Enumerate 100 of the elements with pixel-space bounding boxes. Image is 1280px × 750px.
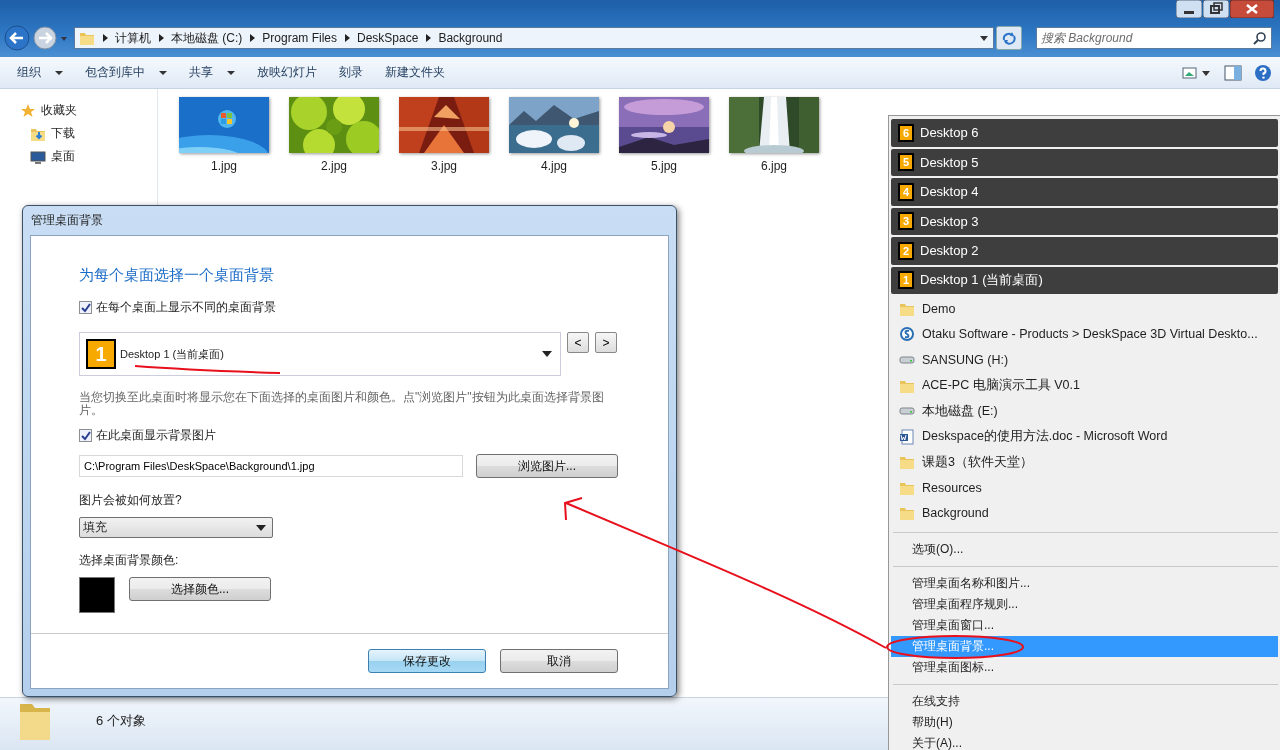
number-badge: 5 [898,153,914,172]
caret-icon [256,524,266,531]
toolbar-button[interactable]: 包含到库中 [76,60,176,85]
drive-icon [899,407,915,416]
toolbar-button[interactable]: 刻录 [330,60,372,85]
menu-item[interactable]: 帮助(H) [891,711,1278,733]
menu-item[interactable]: 关于(A)... [891,732,1278,750]
browse-button[interactable]: 浏览图片... [476,454,618,478]
chevron-icon [343,33,351,43]
toolbar-button[interactable]: 放映幻灯片 [248,60,326,85]
number-badge: 2 [898,241,914,260]
breadcrumb-item[interactable]: 计算机 [115,29,151,47]
menu-item[interactable]: 管理桌面窗口... [891,615,1278,636]
file-name[interactable]: 2.jpg [321,159,347,173]
number-badge: 6 [898,123,914,142]
desktop-menu-item[interactable]: 2 Desktop 2 [891,237,1278,265]
desktop-menu-item[interactable]: 6 Desktop 6 [891,119,1278,147]
globe-icon [899,326,915,343]
breadcrumb-item[interactable]: DeskSpace [357,31,419,45]
chevron-icon [248,33,257,43]
menu-item[interactable]: Demo [891,296,1278,322]
help-button[interactable] [1254,63,1272,82]
preview-pane-button[interactable] [1224,64,1242,81]
folder-icon [899,454,915,471]
caret-icon [542,351,552,357]
chevron-icon [101,33,109,43]
minimize-button[interactable] [1176,0,1202,18]
star-icon [20,102,36,119]
sidebar-item[interactable]: 下载 [0,122,157,145]
color-swatch[interactable] [79,577,115,613]
file-name[interactable]: 1.jpg [211,159,237,173]
number-badge: 1 [86,339,116,369]
file-name[interactable]: 3.jpg [431,159,457,173]
dialog-button[interactable]: 取消 [500,649,618,673]
chevron-icon [424,33,433,43]
menu-item[interactable]: Otaku Software - Products > DeskSpace 3D Virtual Deskto... [891,321,1278,348]
checkbox[interactable] [79,301,92,314]
chevron-icon [157,33,165,43]
file-name[interactable]: 4.jpg [541,159,567,173]
breadcrumb-item[interactable]: Background [438,31,503,45]
file-name[interactable]: 5.jpg [651,159,677,173]
menu-item[interactable]: 课题3（软件天堂） [891,449,1278,475]
description-text: 当您切换至此桌面时将显示您在下面选择的桌面图片和颜色。点"浏览图片"按钮为此桌面选择背景图片。 [79,391,605,417]
forward-button[interactable] [32,25,58,51]
menu-item[interactable]: 管理桌面程序规则... [891,594,1278,615]
desktop-menu-item[interactable]: 4 Desktop 4 [891,178,1278,206]
restore-button[interactable] [1203,0,1229,18]
monitor-icon [30,148,46,165]
placement-label: 图片会被如何放置? [79,492,183,509]
caret-icon [227,69,235,76]
file-name[interactable]: 6.jpg [761,159,787,173]
menu-item[interactable]: 管理桌面图标... [891,657,1278,678]
menu-item[interactable]: SANSUNG (H:) [891,347,1278,373]
dialog-title: 管理桌面背景 [30,212,104,229]
menu-item[interactable]: 本地磁盘 (E:) [891,398,1278,424]
desktop-menu-item[interactable]: 3 Desktop 3 [891,207,1278,236]
menu-item[interactable]: 在线支持 [891,690,1278,712]
folder-icon [79,30,95,46]
toolbar-button[interactable]: 新建文件夹 [376,60,454,85]
desktop-dropdown[interactable]: 1 Desktop 1 (当前桌面) [79,332,561,376]
desktop-menu-item[interactable]: 5 Desktop 5 [891,148,1278,177]
number-badge: 3 [898,212,914,231]
menu-item[interactable]: ACE-PC 电脑演示工具 V0.1 [891,372,1278,399]
drive-icon [899,355,915,364]
toolbar-button[interactable]: 组织 [8,60,72,85]
placement-dropdown[interactable]: 填充 [79,517,273,538]
close-button[interactable] [1230,0,1274,18]
color-label: 选择桌面背景颜色: [79,552,180,569]
view-options-button[interactable] [1182,64,1212,81]
address-bar[interactable]: 计算机 本地磁盘 (C:) Program Files DeskSpace Background [74,27,994,49]
sidebar-item[interactable]: 桌面 [0,145,157,168]
checkbox[interactable] [79,429,92,442]
dialog-heading: 为每个桌面选择一个桌面背景 [79,266,275,285]
path-field[interactable]: C:\Program Files\DeskSpace\Background\1.jpg [79,455,463,477]
toolbar-button[interactable]: 共享 [180,60,244,85]
next-button[interactable]: > [595,332,617,353]
document-icon [899,428,915,445]
checkbox-label: 在此桌面显示背景图片 [96,427,216,444]
menu-item[interactable]: Resources [891,474,1278,501]
number-badge: 1 [898,271,914,290]
search-field[interactable]: 搜索 Background [1036,27,1272,49]
back-button[interactable] [4,25,30,51]
caret-icon [159,69,167,76]
menu-item[interactable]: Background [891,500,1278,526]
folder-icon [899,505,915,522]
desktop-menu-item[interactable]: 1 Desktop 1 (当前桌面) [891,266,1278,295]
choose-color-button[interactable]: 选择颜色... [129,577,271,601]
menu-item[interactable]: Deskspace的使用方法.doc - Microsoft Word [891,423,1278,450]
previous-button[interactable]: < [567,332,589,353]
refresh-button[interactable] [996,26,1022,50]
number-badge: 4 [898,182,914,201]
sidebar-item[interactable]: 收藏夹 [0,99,157,122]
breadcrumb-item[interactable]: Program Files [262,31,337,45]
checkbox-label: 在每个桌面上显示不同的桌面背景 [96,299,276,316]
caret-icon [55,69,63,76]
menu-item[interactable]: 管理桌面名称和图片... [891,573,1278,594]
dialog-button[interactable]: 保存更改 [368,649,486,673]
caret-icon [979,33,989,43]
breadcrumb-item[interactable]: 本地磁盘 (C:) [171,29,243,47]
menu-item[interactable]: 选项(O)... [891,539,1278,560]
